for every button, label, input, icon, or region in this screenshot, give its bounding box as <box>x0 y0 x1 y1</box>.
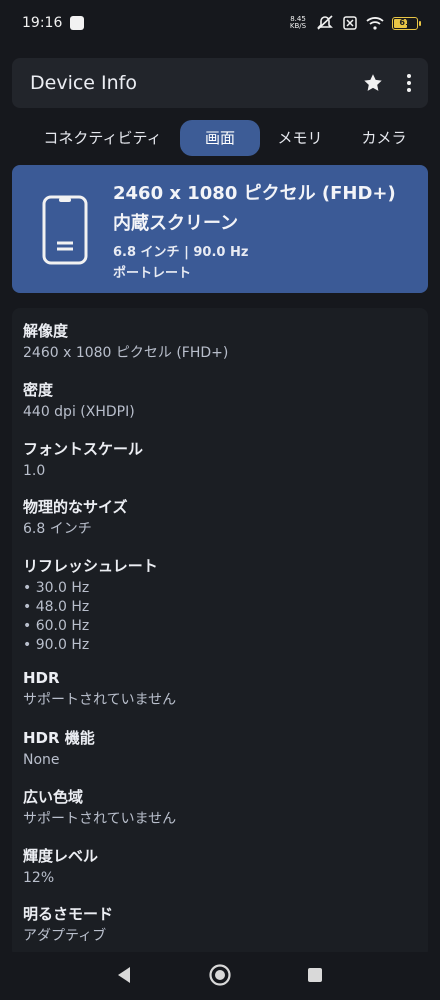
hero-screen-type: 内蔵スクリーン <box>113 213 239 234</box>
app-title: Device Info <box>30 72 137 94</box>
app-bar: Device Info <box>12 58 428 108</box>
display-details-card: 解像度 2460 x 1080 ピクセル (FHD+) 密度 440 dpi (… <box>12 308 428 958</box>
detail-label: リフレッシュレート <box>23 557 158 575</box>
refresh-rate-item: • 30.0 Hz <box>23 580 90 596</box>
detail-value: None <box>23 752 60 768</box>
detail-brightness-level: 輝度レベル 12% <box>23 846 98 888</box>
detail-label: 解像度 <box>23 322 69 340</box>
display-summary-card: 2460 x 1080 ピクセル (FHD+) 内蔵スクリーン 6.8 インチ … <box>12 165 428 293</box>
detail-value: 440 dpi (XHDPI) <box>23 404 135 420</box>
tab-memory[interactable]: メモリ <box>273 120 327 156</box>
star-icon[interactable] <box>362 72 384 94</box>
detail-resolution: 解像度 2460 x 1080 ピクセル (FHD+) <box>23 321 228 363</box>
mute-icon <box>316 15 334 31</box>
refresh-rate-list: • 30.0 Hz • 48.0 Hz • 60.0 Hz • 90.0 Hz <box>23 579 158 655</box>
more-vert-icon[interactable] <box>406 73 412 93</box>
tab-connectivity[interactable]: コネクティビティ <box>40 120 165 156</box>
detail-label: HDR <box>23 669 60 687</box>
detail-hdr: HDR サポートされていません <box>23 668 176 710</box>
no-sim-icon <box>342 15 358 31</box>
detail-density: 密度 440 dpi (XHDPI) <box>23 380 135 422</box>
detail-label: HDR 機能 <box>23 729 95 747</box>
detail-value: 2460 x 1080 ピクセル (FHD+) <box>23 345 229 361</box>
detail-label: 輝度レベル <box>23 847 99 865</box>
detail-label: フォントスケール <box>23 440 144 458</box>
home-icon[interactable] <box>208 963 232 987</box>
recents-icon[interactable] <box>307 967 323 983</box>
back-icon[interactable] <box>116 966 132 984</box>
network-speed-unit: KB/S <box>289 22 307 30</box>
detail-label: 広い色域 <box>23 788 84 806</box>
system-nav-bar <box>0 952 440 1000</box>
refresh-rate-item: • 60.0 Hz <box>23 618 90 634</box>
network-speed: 8.45 KB/S <box>288 16 308 30</box>
detail-value: 12% <box>23 870 55 886</box>
smartphone-icon <box>42 195 88 269</box>
detail-wide-gamut: 広い色域 サポートされていません <box>23 787 176 829</box>
status-left: 19:16 <box>22 15 85 31</box>
detail-font-scale: フォントスケール 1.0 <box>23 439 143 481</box>
detail-value: サポートされていません <box>23 811 177 827</box>
status-time: 19:16 <box>22 15 63 31</box>
detail-label: 密度 <box>23 381 54 399</box>
status-bar: 19:16 8.45 KB/S 61 <box>0 0 440 46</box>
tab-display[interactable]: 画面 <box>180 120 260 156</box>
detail-value: 1.0 <box>23 463 46 479</box>
battery-icon: 61 <box>392 16 421 30</box>
detail-value: アダプティブ <box>23 928 107 944</box>
tab-camera[interactable]: カメラ <box>356 120 412 156</box>
detail-value: 6.8 インチ <box>23 521 92 537</box>
detail-hdr-capability: HDR 機能 None <box>23 728 95 770</box>
wifi-icon <box>366 16 384 30</box>
detail-physical-size: 物理的なサイズ 6.8 インチ <box>23 497 128 539</box>
hero-size-rate: 6.8 インチ | 90.0 Hz <box>113 245 249 260</box>
refresh-rate-item: • 48.0 Hz <box>23 599 90 615</box>
battery-level: 61 <box>399 17 411 27</box>
detail-refresh-rate: リフレッシュレート • 30.0 Hz • 48.0 Hz • 60.0 Hz … <box>23 556 158 655</box>
hero-orientation: ポートレート <box>113 266 192 281</box>
detail-brightness-mode: 明るさモード アダプティブ <box>23 904 113 946</box>
app-bar-actions <box>362 72 412 94</box>
status-right: 8.45 KB/S 61 <box>288 15 421 31</box>
refresh-rate-item: • 90.0 Hz <box>23 637 90 653</box>
detail-label: 明るさモード <box>23 905 114 923</box>
notification-icon <box>70 16 85 30</box>
detail-label: 物理的なサイズ <box>23 498 128 516</box>
detail-value: サポートされていません <box>23 692 177 708</box>
tab-bar: コネクティビティ 画面 メモリ カメラ <box>0 116 440 160</box>
hero-resolution: 2460 x 1080 ピクセル (FHD+) <box>113 183 396 204</box>
